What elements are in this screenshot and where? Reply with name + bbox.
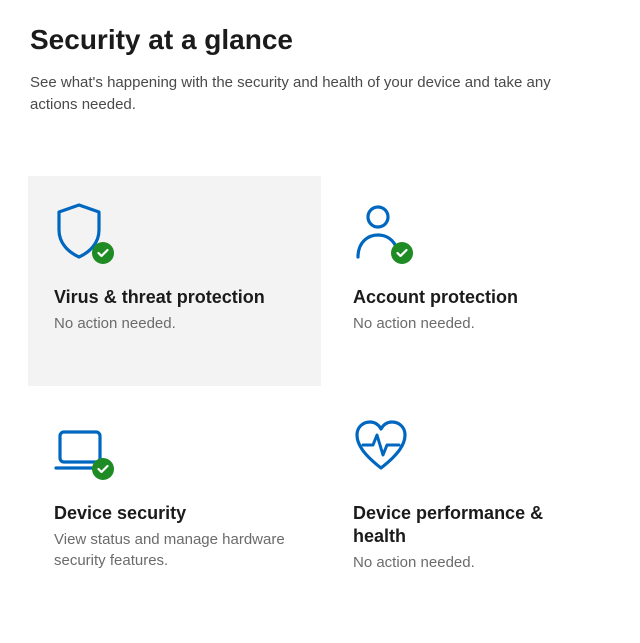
tile-device-performance-health[interactable]: Device performance & health No action ne… <box>327 392 620 602</box>
tile-status: View status and manage hardware security… <box>54 529 295 571</box>
tile-title: Virus & threat protection <box>54 286 295 309</box>
tile-status: No action needed. <box>353 313 594 334</box>
tile-account-protection[interactable]: Account protection No action needed. <box>327 176 620 386</box>
tile-status: No action needed. <box>353 552 594 573</box>
page-title: Security at a glance <box>30 24 610 56</box>
check-badge-icon <box>92 242 114 264</box>
tile-title: Device security <box>54 502 295 525</box>
check-badge-icon <box>92 458 114 480</box>
security-tiles-grid: Virus & threat protection No action need… <box>0 116 640 622</box>
heart-pulse-icon <box>353 418 409 476</box>
tile-status: No action needed. <box>54 313 295 334</box>
tile-virus-threat-protection[interactable]: Virus & threat protection No action need… <box>28 176 321 386</box>
check-badge-icon <box>391 242 413 264</box>
tile-title: Account protection <box>353 286 594 309</box>
page-subtitle: See what's happening with the security a… <box>30 72 570 116</box>
tile-title: Device performance & health <box>353 502 594 549</box>
tile-device-security[interactable]: Device security View status and manage h… <box>28 392 321 602</box>
